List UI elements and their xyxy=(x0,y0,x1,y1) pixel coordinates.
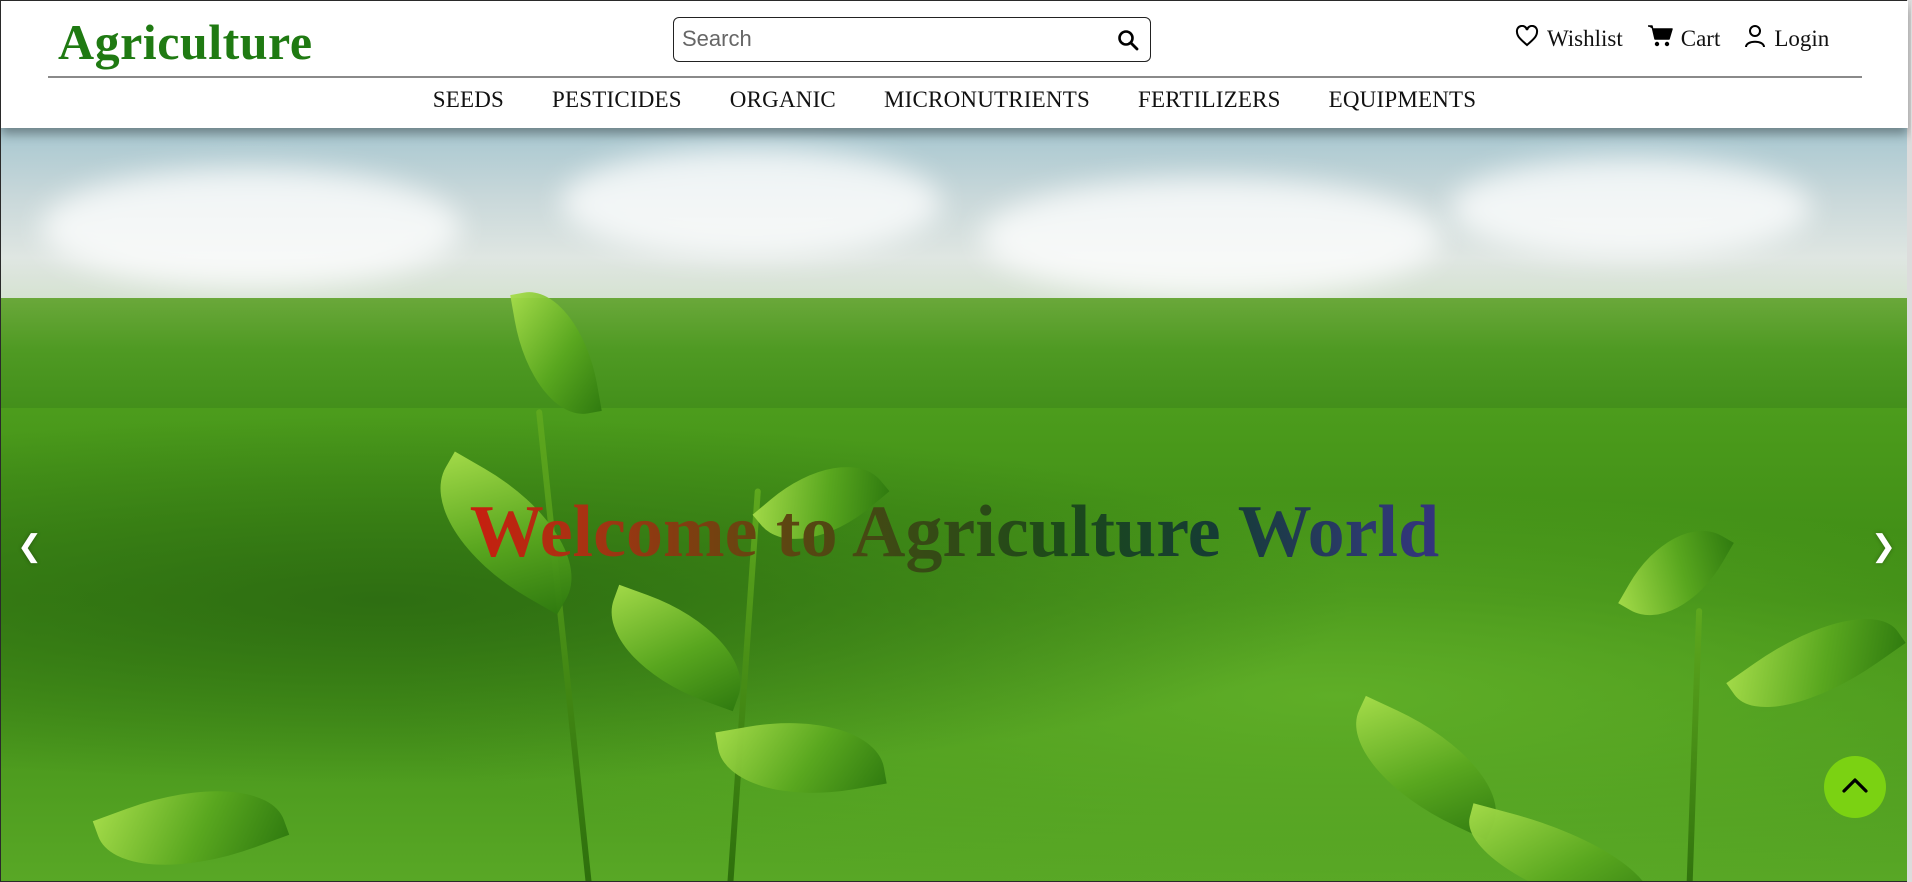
user-icon xyxy=(1744,24,1774,54)
nav-item-organic[interactable]: ORGANIC xyxy=(730,87,836,113)
heart-icon xyxy=(1515,24,1547,53)
wishlist-link[interactable]: Wishlist xyxy=(1515,24,1623,53)
logo[interactable]: Agriculture xyxy=(58,13,313,71)
scrollbar[interactable] xyxy=(1907,0,1912,882)
category-nav: SEEDS PESTICIDES ORGANIC MICRONUTRIENTS … xyxy=(1,87,1908,113)
page: Agriculture Wishlist xyxy=(0,0,1912,882)
cart-link[interactable]: Cart xyxy=(1647,24,1721,54)
nav-item-micronutrients[interactable]: MICRONUTRIENTS xyxy=(884,87,1090,113)
header-divider xyxy=(48,76,1862,78)
nav-item-equipments[interactable]: EQUIPMENTS xyxy=(1329,87,1477,113)
cart-label: Cart xyxy=(1680,26,1721,51)
search-icon[interactable] xyxy=(1116,28,1140,52)
carousel-prev-icon[interactable]: ❮ xyxy=(17,529,42,564)
hero-carousel: Welcome to Agriculture World xyxy=(1,128,1908,881)
carousel-next-icon[interactable]: ❯ xyxy=(1871,529,1896,564)
search-bar xyxy=(673,17,1151,62)
login-label: Login xyxy=(1774,26,1830,51)
login-link[interactable]: Login xyxy=(1744,24,1829,54)
nav-item-pesticides[interactable]: PESTICIDES xyxy=(552,87,682,113)
wishlist-label: Wishlist xyxy=(1547,26,1623,51)
site-header: Agriculture Wishlist xyxy=(1,1,1908,128)
search-input[interactable] xyxy=(682,24,1102,54)
chevron-up-icon xyxy=(1841,776,1869,799)
cart-icon xyxy=(1647,24,1681,54)
back-to-top-button[interactable] xyxy=(1824,756,1886,818)
header-actions: Wishlist Cart Login xyxy=(1515,23,1853,55)
nav-item-fertilizers[interactable]: FERTILIZERS xyxy=(1138,87,1281,113)
hero-field xyxy=(1,408,1908,881)
hero-title: Welcome to Agriculture World xyxy=(421,488,1488,576)
nav-item-seeds[interactable]: SEEDS xyxy=(433,87,504,113)
